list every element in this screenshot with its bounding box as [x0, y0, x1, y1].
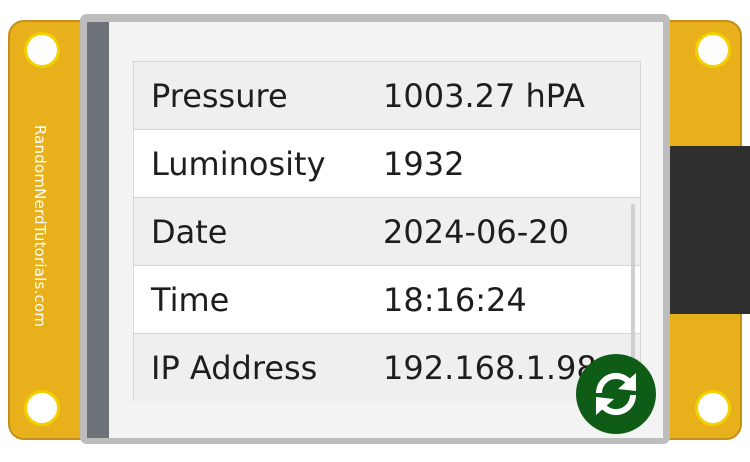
mounting-hole-top-left [24, 32, 60, 68]
table-row: Date 2024-06-20 [134, 198, 640, 266]
refresh-icon [595, 372, 637, 416]
table-row: Luminosity 1932 [134, 130, 640, 198]
refresh-button[interactable] [576, 354, 656, 434]
ribbon-connector [664, 146, 750, 314]
brand-text: RandomNerdTutorials.com [31, 124, 49, 328]
mounting-hole-top-right [695, 32, 731, 68]
reading-label-ip-address: IP Address [151, 349, 318, 387]
reading-label-time: Time [151, 280, 230, 319]
screen-edge [87, 22, 109, 438]
reading-value-luminosity: 1932 [383, 144, 465, 183]
reading-label-luminosity: Luminosity [151, 144, 326, 183]
reading-value-date: 2024-06-20 [383, 212, 569, 251]
reading-label-pressure: Pressure [151, 76, 288, 115]
table-row: Time 18:16:24 [134, 266, 640, 334]
table-row: IP Address 192.168.1.98 [134, 334, 640, 402]
reading-value-ip-address: 192.168.1.98 [383, 349, 597, 387]
mounting-hole-bottom-left [24, 390, 60, 426]
reading-value-pressure: 1003.27 hPA [383, 76, 585, 115]
readings-table: Pressure 1003.27 hPA Luminosity 1932 Dat… [133, 61, 641, 402]
reading-value-time: 18:16:24 [383, 280, 527, 319]
reading-label-date: Date [151, 212, 228, 251]
mounting-hole-bottom-right [695, 390, 731, 426]
table-row: Pressure 1003.27 hPA [134, 62, 640, 130]
